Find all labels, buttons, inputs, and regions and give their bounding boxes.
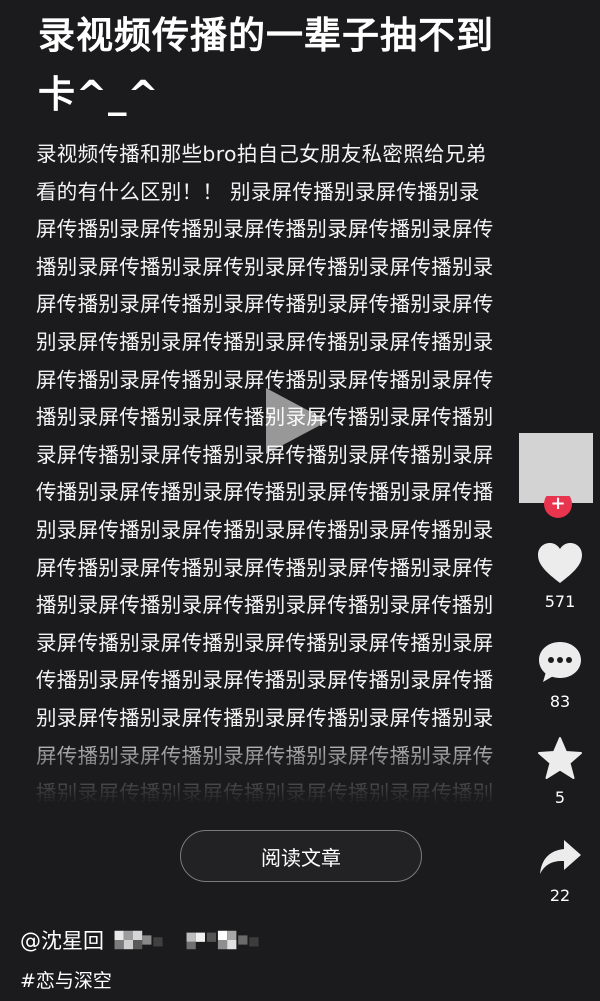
follow-button[interactable]: + [544, 496, 572, 518]
favorite-button[interactable]: 5 [531, 736, 589, 807]
hashtag[interactable]: #恋与深空 [20, 966, 112, 993]
heart-icon [538, 543, 582, 583]
plus-icon: + [550, 496, 566, 514]
author-name: @沈星回 [20, 929, 104, 953]
like-button[interactable]: 571 [531, 542, 589, 611]
author-handle[interactable]: @沈星回 [20, 925, 278, 955]
star-icon [538, 737, 582, 779]
comment-button[interactable]: 83 [531, 640, 589, 711]
author-avatar[interactable] [519, 433, 593, 503]
post-body-text: 录视频传播和那些bro拍自己女朋友私密照给兄弟看的有什么区别！！ 别录屏传播别录… [36, 142, 494, 804]
play-icon [266, 388, 328, 454]
read-article-label: 阅读文章 [261, 845, 341, 870]
play-button[interactable] [262, 386, 332, 456]
share-count: 22 [549, 886, 571, 905]
share-icon [540, 840, 581, 874]
blurred-name-block [114, 930, 259, 950]
like-count: 571 [544, 592, 576, 611]
read-article-button[interactable]: 阅读文章 [180, 830, 422, 882]
post-title: 录视频传播的一辈子抽不到卡^_^ [38, 14, 494, 116]
share-button[interactable]: 22 [531, 838, 589, 905]
comment-count: 83 [549, 692, 571, 711]
comment-icon [539, 642, 581, 682]
favorite-count: 5 [554, 788, 566, 807]
